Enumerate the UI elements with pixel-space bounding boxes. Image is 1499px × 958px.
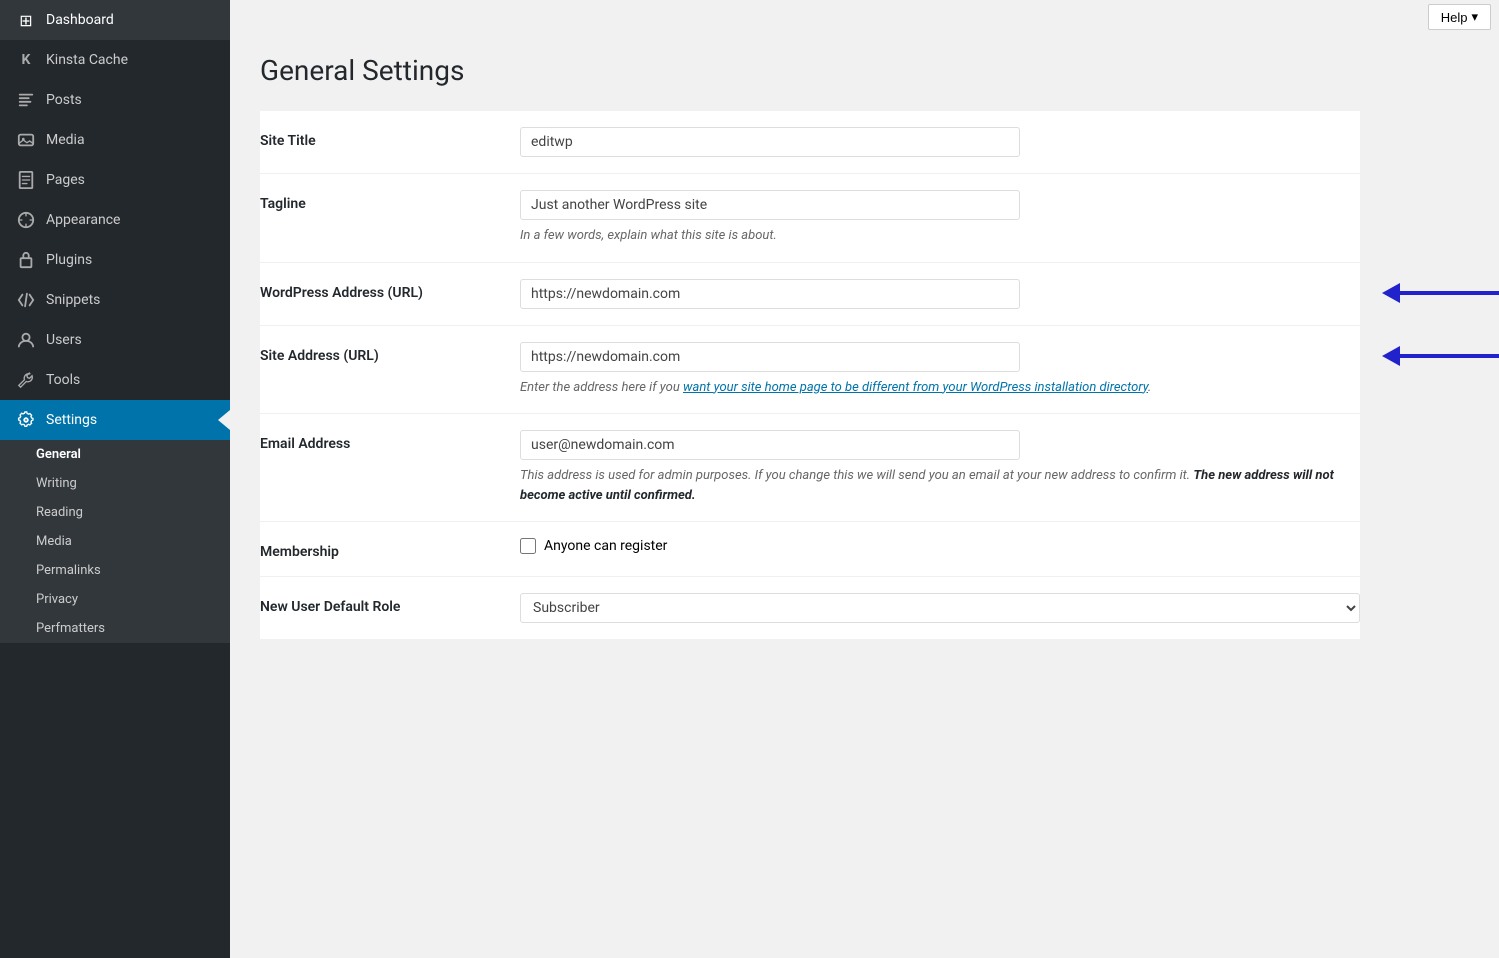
- settings-icon: [16, 410, 36, 430]
- arrow-head-left-2: [1382, 346, 1400, 366]
- settings-submenu: General Writing Reading Media Permalinks…: [0, 440, 230, 643]
- sidebar-item-tools[interactable]: Tools: [0, 360, 230, 400]
- email-address-label: Email Address: [260, 430, 520, 452]
- sidebar-item-kinsta-cache[interactable]: K Kinsta Cache: [0, 40, 230, 80]
- new-user-role-label: New User Default Role: [260, 593, 520, 615]
- membership-checkbox-row: Anyone can register: [520, 538, 1360, 554]
- tagline-label: Tagline: [260, 190, 520, 212]
- wp-address-arrow: [1382, 283, 1499, 303]
- posts-icon: [16, 90, 36, 110]
- content-area: General Settings Site Title Tagline In a…: [230, 34, 1499, 958]
- sidebar-item-users[interactable]: Users: [0, 320, 230, 360]
- users-icon: [16, 330, 36, 350]
- sidebar-item-pages[interactable]: Pages: [0, 160, 230, 200]
- settings-form: Site Title Tagline In a few words, expla…: [260, 111, 1360, 639]
- wp-address-field: [520, 279, 1360, 309]
- arrow-head-left: [1382, 283, 1400, 303]
- membership-row: Membership Anyone can register: [260, 522, 1360, 577]
- membership-field: Anyone can register: [520, 538, 1360, 554]
- media-icon: [16, 130, 36, 150]
- tools-icon: [16, 370, 36, 390]
- wp-address-label: WordPress Address (URL): [260, 279, 520, 301]
- submenu-item-privacy[interactable]: Privacy: [0, 585, 230, 614]
- arrow-line: [1400, 291, 1499, 295]
- help-button[interactable]: Help ▾: [1428, 4, 1491, 30]
- site-address-label: Site Address (URL): [260, 342, 520, 364]
- submenu-item-perfmatters[interactable]: Perfmatters: [0, 614, 230, 643]
- email-address-hint: This address is used for admin purposes.…: [520, 466, 1360, 505]
- plugins-icon: [16, 250, 36, 270]
- tagline-input[interactable]: [520, 190, 1020, 220]
- sidebar-item-appearance[interactable]: Appearance: [0, 200, 230, 240]
- site-title-field: [520, 127, 1360, 157]
- kinsta-icon: K: [16, 50, 36, 70]
- top-bar: Help ▾: [230, 0, 1499, 34]
- site-title-input[interactable]: [520, 127, 1020, 157]
- submenu-item-general[interactable]: General: [0, 440, 230, 469]
- email-address-input[interactable]: [520, 430, 1020, 460]
- wp-address-input[interactable]: [520, 279, 1020, 309]
- email-address-field: This address is used for admin purposes.…: [520, 430, 1360, 505]
- sidebar-item-snippets[interactable]: Snippets: [0, 280, 230, 320]
- sidebar-item-posts[interactable]: Posts: [0, 80, 230, 120]
- site-address-row: Site Address (URL) Enter the address her…: [260, 326, 1360, 415]
- site-title-label: Site Title: [260, 127, 520, 149]
- sidebar-item-plugins[interactable]: Plugins: [0, 240, 230, 280]
- site-title-row: Site Title: [260, 111, 1360, 174]
- main-content: Help ▾ General Settings Site Title Tagli…: [230, 0, 1499, 958]
- appearance-icon: [16, 210, 36, 230]
- arrow-line-2: [1400, 354, 1499, 358]
- chevron-down-icon: ▾: [1471, 9, 1478, 25]
- wp-address-row: WordPress Address (URL): [260, 263, 1360, 326]
- sidebar-item-settings[interactable]: Settings: [0, 400, 230, 440]
- new-user-role-row: New User Default Role Subscriber Contrib…: [260, 577, 1360, 639]
- membership-label: Membership: [260, 538, 520, 560]
- tagline-row: Tagline In a few words, explain what thi…: [260, 174, 1360, 263]
- new-user-role-select[interactable]: Subscriber Contributor Author Editor Adm…: [520, 593, 1360, 623]
- email-address-row: Email Address This address is used for a…: [260, 414, 1360, 522]
- site-address-field: Enter the address here if you want your …: [520, 342, 1360, 398]
- membership-checkbox-label: Anyone can register: [544, 538, 667, 554]
- site-address-hint-link[interactable]: want your site home page to be different…: [683, 380, 1148, 395]
- snippets-icon: [16, 290, 36, 310]
- submenu-item-media[interactable]: Media: [0, 527, 230, 556]
- sidebar-item-media[interactable]: Media: [0, 120, 230, 160]
- sidebar-item-dashboard[interactable]: ⊞ Dashboard: [0, 0, 230, 40]
- sidebar: ⊞ Dashboard K Kinsta Cache Posts Media P…: [0, 0, 230, 958]
- tagline-field: In a few words, explain what this site i…: [520, 190, 1360, 246]
- new-user-role-field: Subscriber Contributor Author Editor Adm…: [520, 593, 1360, 623]
- page-title: General Settings: [260, 54, 1469, 87]
- site-address-input[interactable]: [520, 342, 1020, 372]
- submenu-item-permalinks[interactable]: Permalinks: [0, 556, 230, 585]
- active-arrow: [218, 410, 230, 430]
- site-address-hint: Enter the address here if you want your …: [520, 378, 1360, 398]
- membership-checkbox[interactable]: [520, 538, 536, 554]
- pages-icon: [16, 170, 36, 190]
- tagline-hint: In a few words, explain what this site i…: [520, 226, 1360, 246]
- site-address-arrow: [1382, 346, 1499, 366]
- dashboard-icon: ⊞: [16, 10, 36, 30]
- submenu-item-writing[interactable]: Writing: [0, 469, 230, 498]
- submenu-item-reading[interactable]: Reading: [0, 498, 230, 527]
